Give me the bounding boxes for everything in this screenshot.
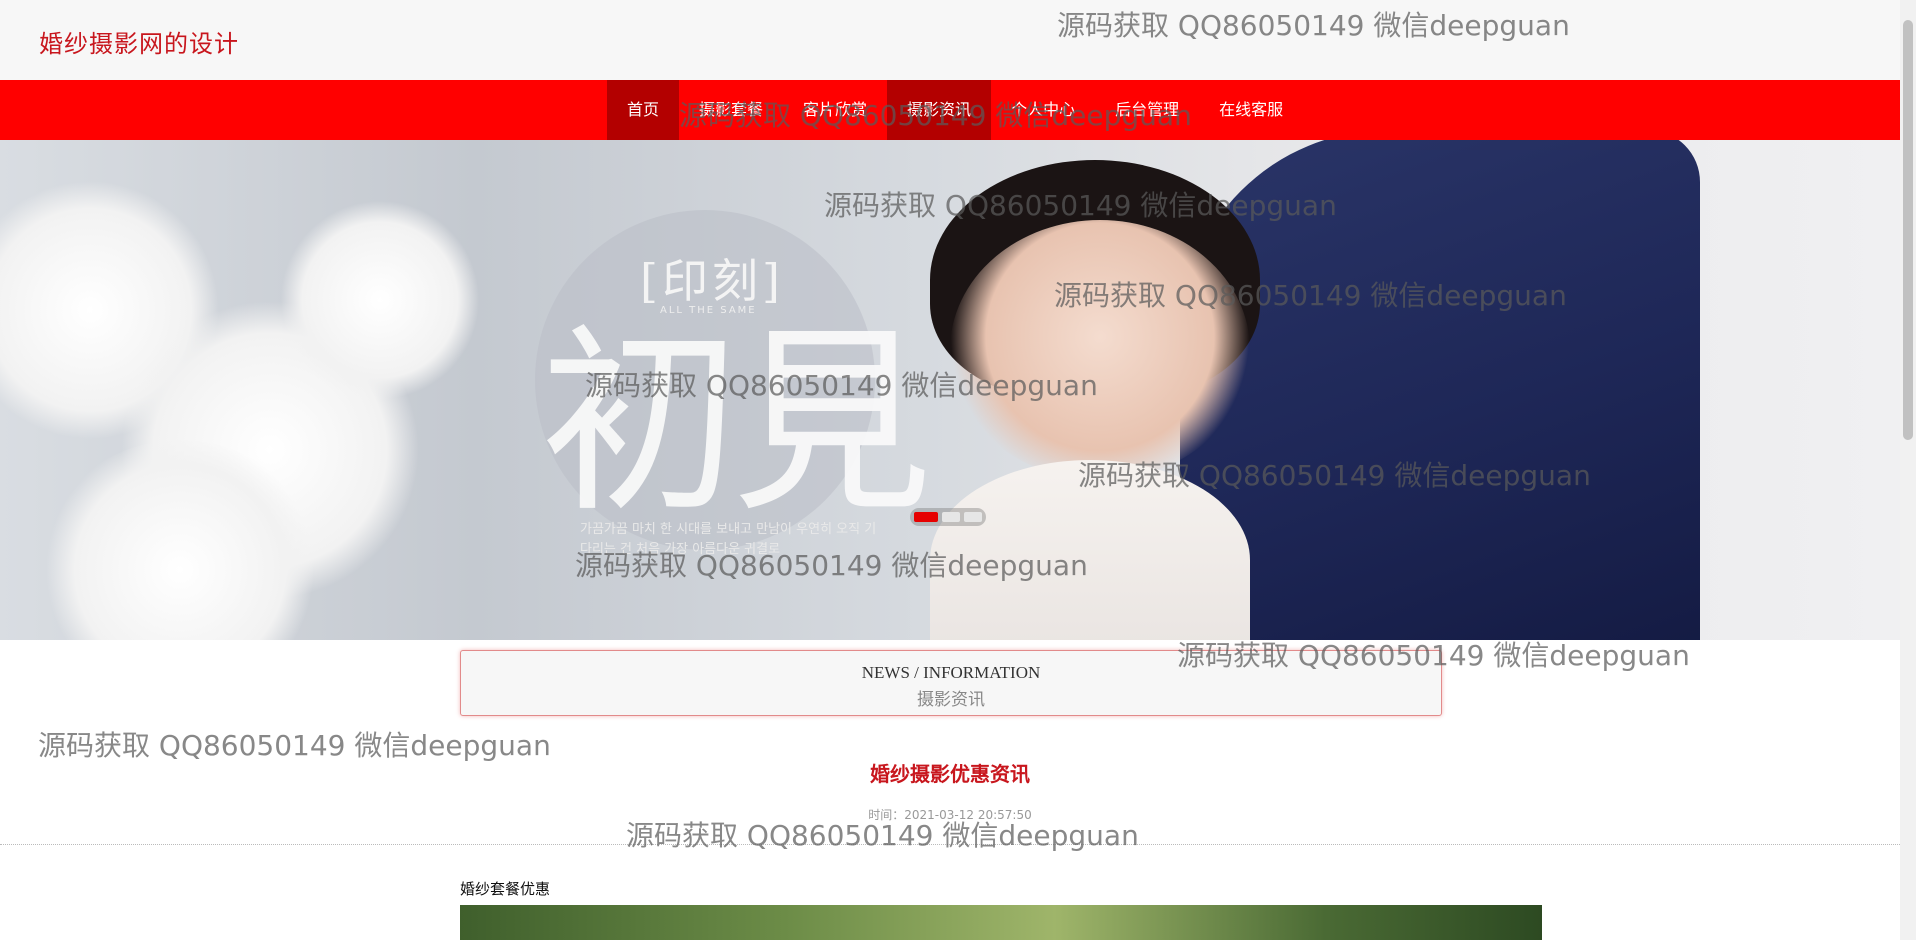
nav-item-gallery[interactable]: 客片欣赏 [783,80,887,140]
article-image [460,905,1542,940]
nav-item-service[interactable]: 在线客服 [1199,80,1303,140]
site-title[interactable]: 婚纱摄影网的设计 [39,24,239,59]
bride-face [950,220,1250,480]
article-meta: 时间：2021-03-12 20:57:50 [868,808,1032,822]
page-scrollbar[interactable] [1900,0,1916,940]
banner-stamp-text: [印刻] [640,254,784,308]
banner-stamp-sub: ALL THE SAME [660,305,757,316]
blossom-decoration [280,200,480,400]
nav-item-home[interactable]: 首页 [607,80,680,140]
nav-item-admin[interactable]: 后台管理 [1095,80,1199,140]
carousel-dot-2[interactable] [942,512,960,522]
section-title-en: NEWS / INFORMATION [861,663,1041,682]
section-header: NEWS / INFORMATION 摄影资讯 [460,650,1442,716]
article-subtitle: 婚纱套餐优惠 [460,880,551,898]
section-title-cn: 摄影资讯 [917,690,985,710]
header: 婚纱摄影网的设计 [0,0,1900,81]
main-nav: 首页 摄影套餐 客片欣赏 摄影资讯 个人中心 后台管理 在线客服 [0,80,1900,140]
carousel-dot-3[interactable] [964,512,982,522]
nav-item-packages[interactable]: 摄影套餐 [679,80,783,140]
banner-korean-text: 가끔가끔 마치 한 시대를 보내고 만남이 우연히 오직 기다리는 건 처음 가… [580,522,877,557]
article-title[interactable]: 婚纱摄影优惠资讯 [0,758,1900,787]
nav-item-profile[interactable]: 个人中心 [991,80,1095,140]
scrollbar-thumb[interactable] [1903,20,1913,440]
hero-banner[interactable]: 初見 [印刻] ALL THE SAME 가끔가끔 마치 한 시대를 보내고 만… [0,140,1900,640]
groom-suit [1180,140,1700,640]
nav-item-news[interactable]: 摄影资讯 [887,80,992,140]
carousel-dot-1[interactable] [914,512,938,522]
carousel-indicators [910,508,986,526]
divider [0,844,1900,845]
